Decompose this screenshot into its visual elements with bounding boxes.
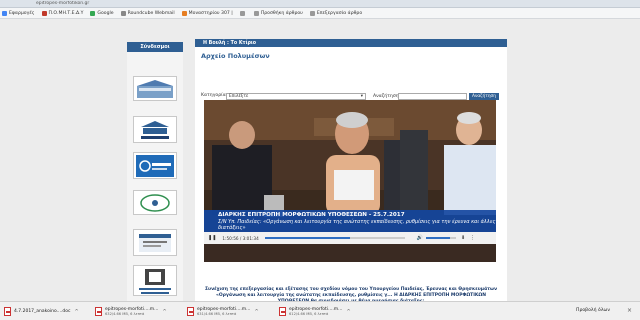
video-time: 1:50:56 / 3:01:34 xyxy=(222,235,259,241)
library-building-icon xyxy=(137,79,173,98)
download-icon[interactable]: ⬇ xyxy=(461,235,465,241)
sidebar-logo-research-service[interactable] xyxy=(133,265,177,296)
bookmark-item[interactable]: Προσθήκη άρθρου xyxy=(253,10,303,16)
bookmark-item[interactable]: Roundcube Webmail xyxy=(120,10,175,16)
download-status: 631/4.66 MB, 6 λεπτά xyxy=(197,312,237,316)
bookmark-favicon-icon xyxy=(90,10,96,16)
bookmark-item[interactable]: Μοναστηρίου 307 | xyxy=(181,10,233,16)
sidebar-logo-vouli-tv[interactable] xyxy=(133,152,177,179)
research-service-icon xyxy=(139,268,171,294)
url-text[interactable]: epitropes-morfotikon.gr xyxy=(36,1,336,7)
bookmark-favicon-icon xyxy=(120,10,126,16)
video-progress-fill xyxy=(264,237,351,239)
chevron-down-icon: ▾ xyxy=(360,94,363,99)
breadcrumb: Η Βουλή : Το Κτίριο xyxy=(195,39,507,47)
video-controls: ❚❚ 1:50:56 / 3:01:34 🔊 ⬇ ⋮ xyxy=(204,232,496,244)
file-icon xyxy=(279,307,286,316)
download-status: 632/4.66 MB, 6 λεπτά xyxy=(105,312,145,316)
sidebar-title: Σύνδεσμοι xyxy=(127,42,183,52)
video-progress-bar[interactable] xyxy=(264,237,405,239)
bookmark-item[interactable] xyxy=(239,10,247,16)
bookmark-favicon-icon xyxy=(309,10,315,16)
sidebar-logo-press-office[interactable] xyxy=(133,116,177,143)
download-item[interactable]: epitropes-morfoti....m... 632/4.66 MB, 6 … xyxy=(95,304,167,319)
volume-slider[interactable] xyxy=(425,237,456,239)
bookmark-label: Roundcube Webmail xyxy=(127,10,175,16)
download-name: 4.7.2017_anakoino....doc xyxy=(14,309,71,314)
pause-icon[interactable]: ❚❚ xyxy=(208,235,216,241)
download-item[interactable]: epitropes-morfoti....m... 612/4.66 MB, 6 … xyxy=(279,304,351,319)
bookmark-item[interactable]: Π.Ο.ΜΗ.Τ.Ε.Δ.Υ xyxy=(41,10,84,16)
web-page: Σύνδεσμοι Η Βουλή : Το Κτίριο Αρχείο Πολ… xyxy=(0,19,640,301)
bookmark-favicon-icon xyxy=(2,10,7,16)
download-item[interactable]: epitropes-morfoti....m... 631/4.66 MB, 6 … xyxy=(187,304,259,319)
category-select[interactable]: Επιλέξτε ▾ xyxy=(226,93,366,100)
bookmark-favicon-icon xyxy=(239,10,245,16)
sidebar-logo-parliament-library[interactable] xyxy=(133,229,177,256)
file-icon xyxy=(95,307,102,316)
bookmark-item[interactable]: Google xyxy=(90,10,114,16)
chevron-up-icon[interactable]: ^ xyxy=(346,309,350,315)
chevron-up-icon[interactable]: ^ xyxy=(162,309,166,315)
page-title: Αρχείο Πολυμέσων xyxy=(201,52,270,60)
bookmark-favicon-icon xyxy=(181,10,187,16)
bookmark-label: Επεξεργασία άρθρο xyxy=(316,10,363,16)
bookmark-item[interactable]: Επεξεργασία άρθρο xyxy=(309,10,363,16)
chevron-up-icon[interactable]: ^ xyxy=(74,309,78,315)
file-icon xyxy=(4,307,11,316)
volume-fill xyxy=(425,237,450,239)
category-label: Κατηγορία: xyxy=(201,93,228,98)
bookmark-label: Εφαρμογές xyxy=(9,10,35,16)
sidebar-logo-eu[interactable] xyxy=(133,190,177,215)
bookmark-favicon-icon xyxy=(253,10,259,16)
show-all-downloads-button[interactable]: Προβολή όλων xyxy=(576,308,610,313)
file-icon xyxy=(187,307,194,316)
eu-stars-icon xyxy=(140,193,170,212)
bookmark-favicon-icon xyxy=(41,10,47,16)
downloads-bar: Προβολή όλων × 4.7.2017_anakoino....doc ^… xyxy=(0,301,640,320)
bookmark-label: Μοναστηρίου 307 | xyxy=(188,10,233,16)
sidebar-logo-library[interactable] xyxy=(133,76,177,101)
chevron-up-icon[interactable]: ^ xyxy=(254,309,258,315)
download-status: 612/4.66 MB, 6 λεπτά xyxy=(289,312,329,316)
video-caption: Συνέχιση της επεξεργασίας και εξέτασης τ… xyxy=(204,287,498,301)
bookmark-label: Προσθήκη άρθρου xyxy=(260,10,303,16)
video-banner-title: ΔΙΑΡΚΗΣ ΕΠΙΤΡΟΠΗ ΜΟΡΦΩΤΙΚΩΝ ΥΠΟΘΕΣΕΩΝ - … xyxy=(218,212,405,218)
volume-icon[interactable]: 🔊 xyxy=(417,235,423,241)
video-banner-subtitle: Σ/Ν Υπ. Παιδείας: «Οργάνωση και λειτουργ… xyxy=(218,219,496,231)
search-button[interactable]: Αναζήτηση xyxy=(469,93,499,100)
vouli-tv-logo-icon xyxy=(136,154,174,177)
more-options-icon[interactable]: ⋮ xyxy=(470,235,475,241)
category-select-value: Επιλέξτε xyxy=(229,94,249,99)
bookmark-item[interactable]: Εφαρμογές xyxy=(2,10,35,16)
search-label: Αναζήτηση: xyxy=(373,94,401,99)
bookmark-label: Π.Ο.ΜΗ.Τ.Ε.Δ.Υ xyxy=(48,10,84,16)
close-icon[interactable]: × xyxy=(627,307,632,314)
press-office-icon xyxy=(141,120,169,139)
bookmarks-bar: Εφαρμογές Π.Ο.ΜΗ.Τ.Ε.Δ.Υ Google Roundcube W… xyxy=(0,8,640,19)
library-book-icon xyxy=(139,233,171,252)
browser-address-bar: epitropes-morfotikon.gr xyxy=(0,0,640,8)
sidebar: Σύνδεσμοι xyxy=(127,42,183,301)
video-banner: ΔΙΑΡΚΗΣ ΕΠΙΤΡΟΠΗ ΜΟΡΦΩΤΙΚΩΝ ΥΠΟΘΕΣΕΩΝ - … xyxy=(204,210,496,232)
search-input[interactable] xyxy=(398,93,467,100)
download-item[interactable]: 4.7.2017_anakoino....doc ^ xyxy=(4,304,79,319)
bookmark-label: Google xyxy=(97,10,114,16)
video-player[interactable]: ΔΙΑΡΚΗΣ ΕΠΙΤΡΟΠΗ ΜΟΡΦΩΤΙΚΩΝ ΥΠΟΘΕΣΕΩΝ - … xyxy=(204,100,496,262)
